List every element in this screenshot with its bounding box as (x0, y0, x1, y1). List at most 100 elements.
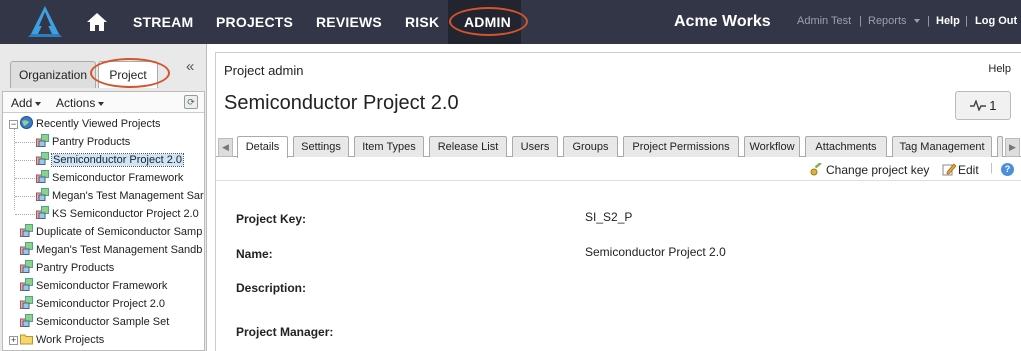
tree-item[interactable]: Pantry Products (36, 133, 130, 151)
tree-toolbar: Add Actions ⟳ (3, 92, 204, 113)
tab-users[interactable]: Users (512, 136, 558, 157)
project-icon (36, 134, 52, 148)
tree-item[interactable]: Semiconductor Framework (36, 169, 183, 187)
tab-item-types[interactable]: Item Types (354, 136, 424, 157)
add-menu-button[interactable]: Add (11, 96, 42, 110)
project-icon (20, 242, 36, 256)
tree-item-label: KS Semiconductor Project 2.0 (52, 208, 199, 220)
tab-details[interactable]: Details (237, 136, 288, 158)
tree-item-label: Semiconductor Project 2.0 (36, 298, 166, 310)
tree-connector-line (15, 178, 35, 179)
project-icon (36, 170, 52, 184)
tree-item-label: Megan's Test Management Sar (52, 190, 204, 202)
tree-item[interactable]: Megan's Test Management Sar (36, 187, 204, 205)
tree-expander-icon[interactable]: − (9, 120, 18, 129)
nav-projects[interactable]: PROJECTS (216, 14, 293, 30)
tree-connector-line (15, 142, 35, 143)
tree-item[interactable]: Megan's Test Management Sandb (20, 241, 202, 259)
project-icon (36, 206, 52, 220)
tab-organization[interactable]: Organization (10, 61, 96, 88)
tab-workflow[interactable]: Workflow (744, 136, 800, 157)
page-title: Semiconductor Project 2.0 (224, 92, 459, 114)
nav-risk[interactable]: RISK (405, 14, 439, 30)
tree-item-label: Megan's Test Management Sandb (36, 244, 203, 256)
project-icon (36, 152, 52, 166)
tab-scroll-right-icon[interactable]: ▶ (1005, 138, 1020, 157)
tree-item[interactable]: Semiconductor Sample Set (20, 313, 169, 331)
reports-menu[interactable]: Reports (868, 15, 920, 27)
nav-separator: | (859, 15, 862, 27)
field-value-project-key: SI_S2_P (585, 210, 633, 224)
project-icon (20, 314, 36, 328)
page-help-link[interactable]: Help (988, 63, 1011, 75)
project-tab-highlight-ring (90, 58, 170, 88)
edit-button[interactable]: Edit (942, 163, 979, 177)
edit-pencil-icon (942, 163, 956, 176)
tab-attachments[interactable]: Attachments (805, 136, 887, 157)
home-icon[interactable] (86, 12, 108, 32)
help-icon[interactable]: ? (1001, 163, 1014, 176)
collapse-sidebar-icon[interactable]: « (186, 58, 194, 75)
project-icon (20, 260, 36, 274)
tree-item[interactable]: Semiconductor Project 2.0 (20, 295, 165, 313)
admin-tab-bar: ◀ Details Settings Item Types Release Li… (216, 136, 1021, 158)
chevron-down-icon (913, 19, 920, 24)
details-action-bar: Change project key Edit | ? (216, 158, 1021, 181)
tab-settings[interactable]: Settings (293, 136, 349, 157)
project-icon (20, 278, 36, 292)
tree-expander-icon[interactable]: + (9, 336, 18, 345)
refresh-icon[interactable]: ⟳ (184, 95, 198, 109)
actions-menu-button[interactable]: Actions (56, 96, 105, 110)
tab-release-list[interactable]: Release List (429, 136, 507, 157)
tree-item[interactable]: + Work Projects (9, 331, 104, 349)
field-label-project-key: Project Key: (236, 212, 307, 226)
change-project-key-label: Change project key (826, 163, 930, 177)
tab-scroll-left-icon[interactable]: ◀ (218, 138, 233, 157)
actions-label: Actions (56, 96, 96, 110)
field-value-name: Semiconductor Project 2.0 (585, 245, 726, 259)
tree-item-label: Work Projects (36, 334, 105, 346)
field-label-description: Description: (236, 281, 307, 295)
user-name-link[interactable]: Admin Test (797, 15, 851, 27)
tree-item-label: Semiconductor Sample Set (36, 316, 170, 328)
admin-highlight-ring (449, 7, 528, 36)
details-panel: Change project key Edit | ? Project Key:… (216, 158, 1021, 351)
help-link[interactable]: Help (936, 15, 960, 27)
tab-groups[interactable]: Groups (563, 136, 618, 157)
tree-connector-line (15, 160, 35, 161)
tree-item-label: Pantry Products (52, 136, 131, 148)
nav-stream[interactable]: STREAM (133, 14, 193, 30)
activity-button[interactable]: 1 (955, 91, 1011, 120)
activity-pulse-icon (969, 98, 986, 112)
chevron-down-icon (35, 101, 42, 106)
tree-item-label: Pantry Products (36, 262, 115, 274)
breadcrumb: Project admin (224, 63, 304, 78)
project-tree-panel: Add Actions ⟳ − Recently Viewed Projects P… (2, 91, 205, 351)
tab-tag-management[interactable]: Tag Management (892, 136, 992, 157)
add-label: Add (11, 96, 33, 110)
tree-item[interactable]: Duplicate of Semiconductor Samp (20, 223, 202, 241)
tree-item[interactable]: Pantry Products (20, 259, 114, 277)
edit-label: Edit (958, 163, 979, 177)
top-navigation-bar: STREAM PROJECTS REVIEWS RISK ADMIN Acme … (0, 0, 1021, 44)
company-logo-icon[interactable] (22, 4, 68, 40)
nav-reviews[interactable]: REVIEWS (316, 14, 382, 30)
tree-item-label: Semiconductor Framework (36, 280, 168, 292)
action-separator: | (990, 162, 993, 174)
tree-connector-line (15, 196, 35, 197)
nav-separator: | (965, 15, 968, 27)
logout-link[interactable]: Log Out (975, 15, 1017, 27)
tree-item[interactable]: − Recently Viewed Projects (9, 115, 161, 133)
change-project-key-button[interactable]: Change project key (810, 163, 929, 177)
globe-icon (20, 116, 36, 130)
main-content: Project admin Help Semiconductor Project… (215, 52, 1021, 351)
nav-separator: | (927, 15, 930, 27)
tree-item[interactable]: KS Semiconductor Project 2.0 (36, 205, 199, 223)
project-icon (20, 224, 36, 238)
tree-item-label: Semiconductor Framework (52, 172, 184, 184)
tree-item[interactable]: Semiconductor Framework (20, 277, 167, 295)
tab-project-permissions[interactable]: Project Permissions (623, 136, 739, 157)
tree-item[interactable]: Semiconductor Project 2.0 (36, 151, 185, 169)
tab-overflow[interactable] (997, 136, 1003, 157)
reports-label: Reports (868, 15, 907, 27)
